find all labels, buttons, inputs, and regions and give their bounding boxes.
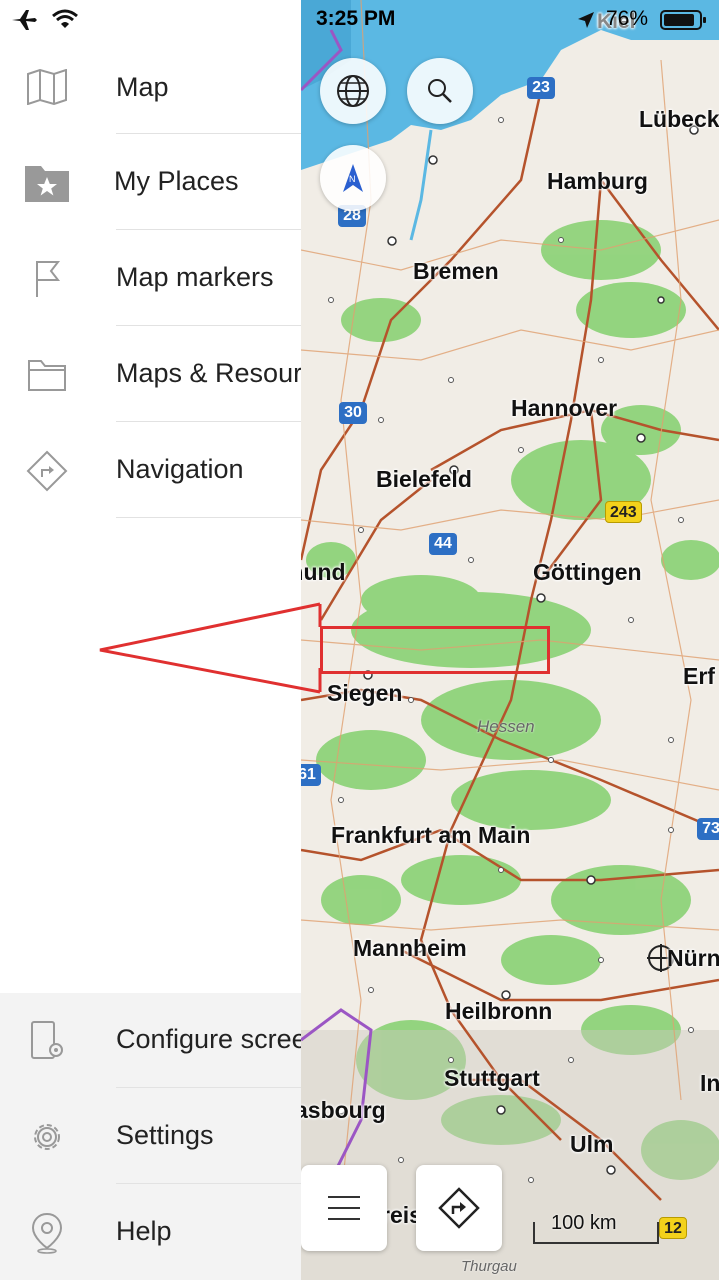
- configure-screen-icon: [24, 1018, 70, 1064]
- menu-item-maps-resources[interactable]: Maps & Resources: [0, 326, 301, 422]
- side-menu: Map My Places Map markers Maps & Resour …: [0, 0, 301, 1280]
- city-label: Ulm: [570, 1131, 614, 1157]
- menu-item-help[interactable]: Help: [0, 1184, 301, 1280]
- road-shield: 243: [605, 501, 642, 523]
- city-label: Heilbronn: [445, 998, 553, 1024]
- route-diamond-icon: [438, 1187, 480, 1229]
- location-arrow-icon: [578, 12, 594, 28]
- gear-icon: [24, 1114, 70, 1160]
- zoom-level-badge: 12: [659, 1217, 687, 1239]
- menu-item-map[interactable]: Map: [0, 38, 301, 134]
- city-label: Frankfurt am Main: [331, 822, 531, 848]
- city-label: Lübeck: [639, 106, 719, 132]
- menu-item-label: Maps & Resources: [116, 358, 301, 388]
- menu-item-label: Settings: [116, 1120, 214, 1150]
- menu-item-label: Configure screen: [116, 1024, 301, 1054]
- menu-item-label: My Places: [114, 166, 239, 196]
- menu-item-configure-screen[interactable]: Configure screen: [0, 992, 301, 1088]
- globe-button[interactable]: [320, 58, 386, 124]
- road-shield: 61: [301, 764, 321, 786]
- road-shield: 23: [527, 77, 555, 99]
- scale-label: 100 km: [551, 1212, 617, 1234]
- city-label: Bielefeld: [376, 466, 472, 492]
- flag-icon: [24, 256, 70, 302]
- city-label: Siegen: [327, 680, 403, 706]
- folder-icon: [24, 352, 70, 398]
- location-pin-icon: [24, 1210, 70, 1256]
- menu-item-my-places[interactable]: My Places: [0, 134, 301, 230]
- city-label: Bremen: [413, 258, 499, 284]
- route-button[interactable]: [416, 1165, 502, 1251]
- compass-north-icon: N: [343, 164, 363, 192]
- road-shield: 73: [697, 818, 719, 840]
- region-label: Hessen: [477, 717, 535, 736]
- status-bar: 3:25 PM 76%: [0, 0, 719, 40]
- map-icon: [24, 64, 70, 110]
- city-label: Stuttgart: [444, 1065, 540, 1091]
- city-label: Hamburg: [547, 168, 648, 194]
- svg-text:N: N: [349, 174, 356, 184]
- battery-percent: 76%: [606, 7, 649, 30]
- menu-item-settings[interactable]: Settings: [0, 1088, 301, 1184]
- road-shield: 44: [429, 533, 457, 555]
- city-label: Hannover: [511, 395, 618, 421]
- search-button[interactable]: [407, 58, 473, 124]
- road-shield: 30: [339, 402, 367, 424]
- city-label: Göttingen: [533, 559, 642, 585]
- city-label: asbourg: [301, 1097, 386, 1123]
- compass-button[interactable]: N: [320, 145, 386, 211]
- city-label: Erf: [683, 663, 715, 689]
- menu-item-label: Map markers: [116, 262, 274, 292]
- menu-item-label: Navigation: [116, 454, 244, 484]
- region-label: Thurgau: [461, 1258, 517, 1275]
- city-label: In: [700, 1070, 719, 1096]
- menu-item-label: Help: [116, 1216, 172, 1246]
- wifi-icon: [52, 9, 78, 28]
- menu-item-map-markers[interactable]: Map markers: [0, 230, 301, 326]
- city-label: Mannheim: [353, 935, 467, 961]
- map-view[interactable]: Kiel Lübeck Hamburg Bremen Hannover Biel…: [301, 0, 719, 1280]
- menu-item-label: Map: [116, 72, 169, 102]
- city-label: mund: [301, 559, 346, 585]
- battery-icon: [660, 10, 706, 30]
- hamburger-menu-icon: [328, 1196, 360, 1220]
- highlight-box: [320, 626, 550, 674]
- globe-icon: [337, 75, 369, 107]
- menu-item-navigation[interactable]: Navigation: [0, 422, 301, 518]
- city-label: Nürn: [667, 945, 719, 971]
- divider: [116, 517, 301, 518]
- search-icon: [428, 79, 452, 103]
- status-time: 3:25 PM: [316, 7, 396, 30]
- navigation-diamond-icon: [24, 448, 70, 494]
- airplane-icon: [12, 10, 37, 30]
- menu-button[interactable]: [301, 1165, 387, 1251]
- folder-star-icon: [24, 160, 70, 206]
